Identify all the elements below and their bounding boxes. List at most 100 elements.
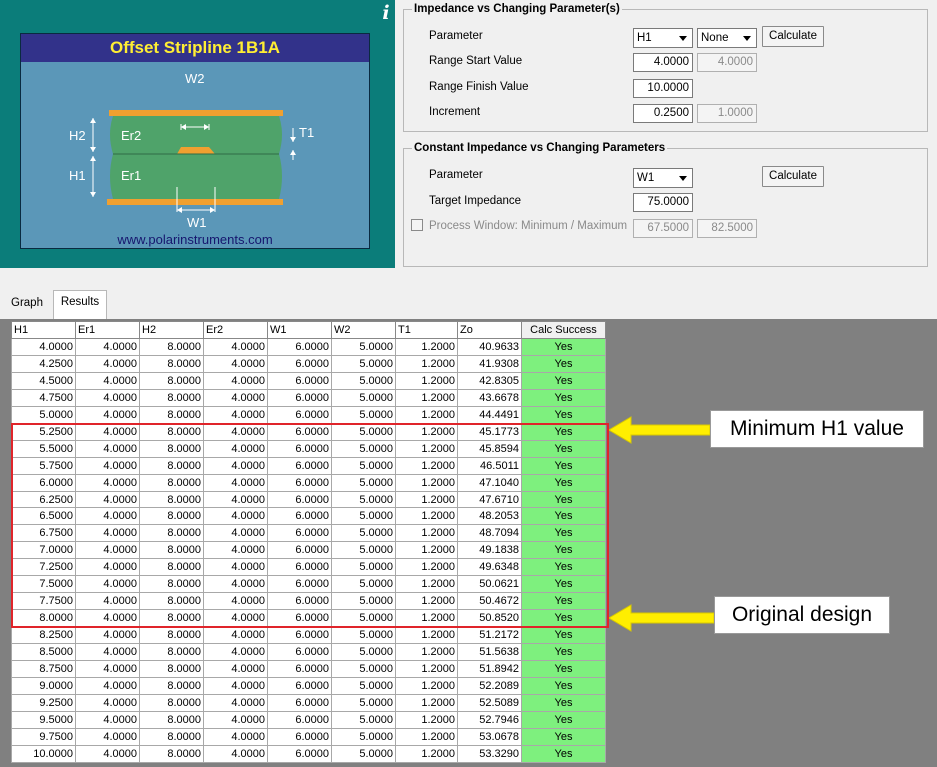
cell-calc-success[interactable]: Yes (521, 626, 606, 645)
cell-h1[interactable]: 5.0000 (11, 405, 76, 424)
cell-h2[interactable]: 8.0000 (139, 354, 204, 373)
cell-er1[interactable]: 4.0000 (75, 337, 140, 356)
info-icon[interactable]: i (377, 2, 395, 24)
range-start-secondary-input[interactable]: 4.0000 (697, 53, 757, 72)
column-header-er1[interactable]: Er1 (75, 321, 140, 339)
cell-er2[interactable]: 4.0000 (203, 744, 268, 763)
cell-w1[interactable]: 6.0000 (267, 710, 332, 729)
cell-w2[interactable]: 5.0000 (331, 388, 396, 407)
cell-er1[interactable]: 4.0000 (75, 677, 140, 695)
table-row[interactable]: 4.5000 4.0000 8.0000 4.0000 6.0000 5.0000 1.20… (11, 371, 606, 390)
constant-calculate-button[interactable]: Calculate (762, 166, 824, 187)
cell-zo[interactable]: 44.4491 (457, 405, 522, 424)
cell-w2[interactable]: 5.0000 (331, 626, 396, 645)
table-row[interactable]: 9.5000 4.0000 8.0000 4.0000 6.0000 5.0000 1.20… (11, 710, 606, 729)
cell-t1[interactable]: 1.2000 (395, 693, 458, 712)
cell-h2[interactable]: 8.0000 (139, 660, 204, 679)
cell-t1[interactable]: 1.2000 (395, 660, 458, 679)
table-row[interactable]: 8.2500 4.0000 8.0000 4.0000 6.0000 5.0000 1.20… (11, 626, 606, 645)
column-header-w2[interactable]: W2 (331, 321, 396, 339)
cell-t1[interactable]: 1.2000 (395, 727, 458, 746)
cell-w1[interactable]: 6.0000 (267, 727, 332, 746)
cell-zo[interactable]: 52.2089 (457, 677, 522, 695)
cell-t1[interactable]: 1.2000 (395, 744, 458, 763)
column-header-calc-success[interactable]: Calc Success (521, 321, 606, 339)
column-header-t1[interactable]: T1 (395, 321, 458, 339)
cell-h1[interactable]: 4.0000 (11, 337, 76, 356)
cell-er1[interactable]: 4.0000 (75, 710, 140, 729)
cell-w2[interactable]: 5.0000 (331, 354, 396, 373)
cell-calc-success[interactable]: Yes (521, 660, 606, 679)
cell-h2[interactable]: 8.0000 (139, 693, 204, 712)
cell-calc-success[interactable]: Yes (521, 710, 606, 729)
increment-secondary-input[interactable]: 1.0000 (697, 104, 757, 123)
cell-w2[interactable]: 5.0000 (331, 693, 396, 712)
cell-h2[interactable]: 8.0000 (139, 371, 204, 390)
cell-h2[interactable]: 8.0000 (139, 626, 204, 645)
cell-w2[interactable]: 5.0000 (331, 405, 396, 424)
cell-calc-success[interactable]: Yes (521, 337, 606, 356)
column-header-h1[interactable]: H1 (11, 321, 76, 339)
cell-zo[interactable]: 52.7946 (457, 710, 522, 729)
second-parameter-select[interactable]: None (697, 28, 757, 48)
cell-er2[interactable]: 4.0000 (203, 337, 268, 356)
cell-t1[interactable]: 1.2000 (395, 710, 458, 729)
cell-t1[interactable]: 1.2000 (395, 626, 458, 645)
cell-h1[interactable]: 8.7500 (11, 660, 76, 679)
cell-h1[interactable]: 4.7500 (11, 388, 76, 407)
cell-w1[interactable]: 6.0000 (267, 354, 332, 373)
cell-er2[interactable]: 4.0000 (203, 727, 268, 746)
range-finish-input[interactable]: 10.0000 (633, 79, 693, 98)
cell-er1[interactable]: 4.0000 (75, 643, 140, 662)
cell-h1[interactable]: 4.2500 (11, 354, 76, 373)
cell-er1[interactable]: 4.0000 (75, 354, 140, 373)
constant-parameter-select[interactable]: W1 (633, 168, 693, 188)
table-row[interactable]: 9.2500 4.0000 8.0000 4.0000 6.0000 5.0000 1.20… (11, 693, 606, 712)
cell-er2[interactable]: 4.0000 (203, 693, 268, 712)
cell-t1[interactable]: 1.2000 (395, 643, 458, 662)
cell-w1[interactable]: 6.0000 (267, 626, 332, 645)
column-header-w1[interactable]: W1 (267, 321, 332, 339)
target-impedance-input[interactable]: 75.0000 (633, 193, 693, 212)
cell-t1[interactable]: 1.2000 (395, 677, 458, 695)
cell-h2[interactable]: 8.0000 (139, 337, 204, 356)
cell-w1[interactable]: 6.0000 (267, 744, 332, 763)
cell-er1[interactable]: 4.0000 (75, 660, 140, 679)
cell-er1[interactable]: 4.0000 (75, 626, 140, 645)
cell-calc-success[interactable]: Yes (521, 744, 606, 763)
process-window-checkbox[interactable] (411, 219, 423, 231)
cell-w2[interactable]: 5.0000 (331, 677, 396, 695)
cell-h1[interactable]: 10.0000 (11, 744, 76, 763)
cell-er2[interactable]: 4.0000 (203, 405, 268, 424)
cell-er2[interactable]: 4.0000 (203, 643, 268, 662)
cell-er1[interactable]: 4.0000 (75, 371, 140, 390)
cell-er2[interactable]: 4.0000 (203, 371, 268, 390)
cell-w1[interactable]: 6.0000 (267, 660, 332, 679)
cell-er1[interactable]: 4.0000 (75, 405, 140, 424)
cell-zo[interactable]: 53.0678 (457, 727, 522, 746)
table-row[interactable]: 5.0000 4.0000 8.0000 4.0000 6.0000 5.0000 1.20… (11, 405, 606, 424)
cell-calc-success[interactable]: Yes (521, 371, 606, 390)
cell-calc-success[interactable]: Yes (521, 643, 606, 662)
table-row[interactable]: 9.7500 4.0000 8.0000 4.0000 6.0000 5.0000 1.20… (11, 727, 606, 746)
cell-er2[interactable]: 4.0000 (203, 626, 268, 645)
cell-zo[interactable]: 51.8942 (457, 660, 522, 679)
cell-t1[interactable]: 1.2000 (395, 388, 458, 407)
tab-results[interactable]: Results (53, 290, 107, 320)
cell-er1[interactable]: 4.0000 (75, 727, 140, 746)
cell-calc-success[interactable]: Yes (521, 405, 606, 424)
cell-h2[interactable]: 8.0000 (139, 744, 204, 763)
cell-h1[interactable]: 8.2500 (11, 626, 76, 645)
cell-w1[interactable]: 6.0000 (267, 405, 332, 424)
table-row[interactable]: 9.0000 4.0000 8.0000 4.0000 6.0000 5.0000 1.20… (11, 677, 606, 695)
table-row[interactable]: 4.7500 4.0000 8.0000 4.0000 6.0000 5.0000 1.20… (11, 388, 606, 407)
cell-er2[interactable]: 4.0000 (203, 388, 268, 407)
cell-w1[interactable]: 6.0000 (267, 337, 332, 356)
cell-zo[interactable]: 51.5638 (457, 643, 522, 662)
table-row[interactable]: 4.0000 4.0000 8.0000 4.0000 6.0000 5.0000 1.20… (11, 337, 606, 356)
cell-er2[interactable]: 4.0000 (203, 660, 268, 679)
cell-w2[interactable]: 5.0000 (331, 727, 396, 746)
parameter-select[interactable]: H1 (633, 28, 693, 48)
cell-calc-success[interactable]: Yes (521, 727, 606, 746)
cell-h1[interactable]: 9.5000 (11, 710, 76, 729)
